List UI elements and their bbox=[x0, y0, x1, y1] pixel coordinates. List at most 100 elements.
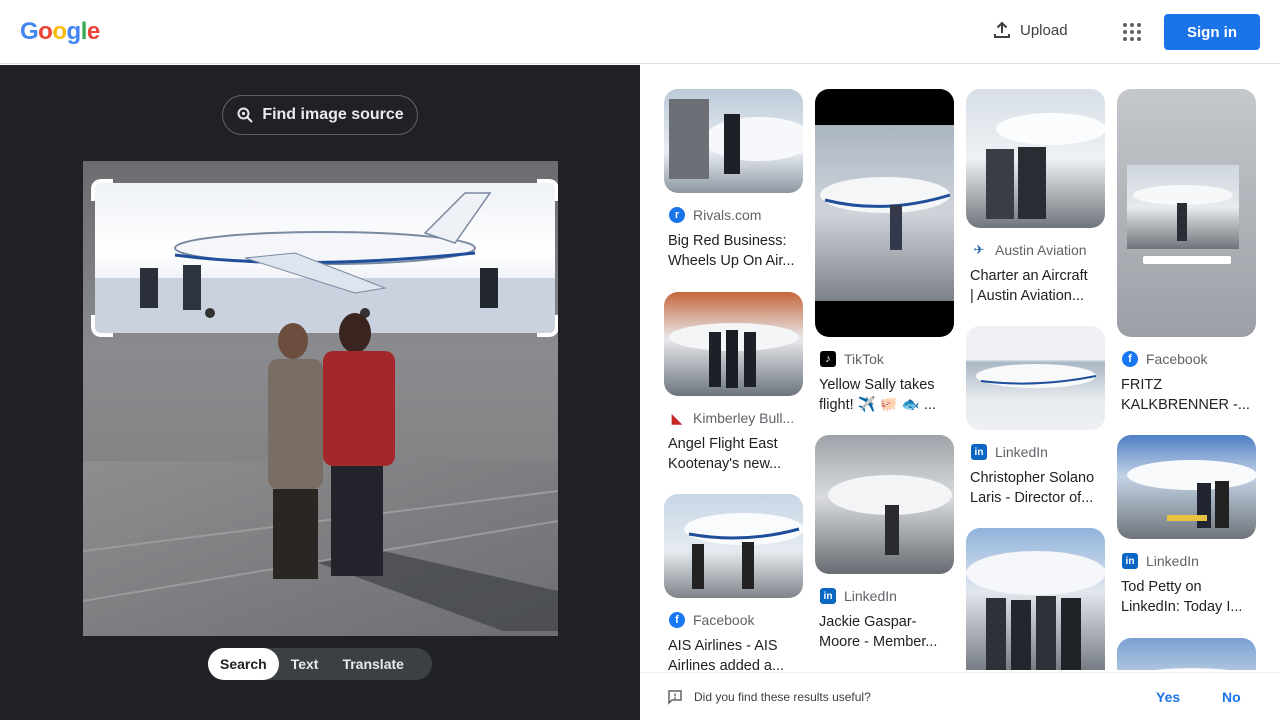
result-thumbnail[interactable] bbox=[966, 528, 1105, 670]
result-source-label: TikTok bbox=[844, 351, 884, 367]
result-thumbnail[interactable] bbox=[664, 89, 803, 193]
result-source[interactable]: in LinkedIn bbox=[966, 444, 1105, 460]
result-source[interactable]: ♪ TikTok bbox=[815, 351, 954, 367]
result-title[interactable]: Jackie Gaspar- Moore - Member... bbox=[815, 612, 954, 652]
tiktok-jet-art bbox=[820, 177, 951, 250]
austin-aviation-icon: ✈ bbox=[973, 242, 985, 257]
result-card[interactable]: f Facebook AIS Airlines - AIS Airlines ad… bbox=[664, 494, 803, 670]
result-thumbnail[interactable] bbox=[1117, 638, 1256, 670]
story-jet-art bbox=[1133, 185, 1233, 241]
crop-handle-bottom-right[interactable] bbox=[537, 315, 558, 337]
result-card[interactable] bbox=[1117, 638, 1256, 670]
facebook-icon: f bbox=[669, 612, 685, 628]
result-source-label: Austin Aviation bbox=[995, 242, 1087, 258]
result-title[interactable]: Tod Petty on LinkedIn: Today I... bbox=[1117, 577, 1256, 617]
result-title[interactable]: Big Red Business: Wheels Up On Air... bbox=[664, 231, 803, 271]
result-source[interactable]: f Facebook bbox=[664, 612, 803, 628]
result-card[interactable]: f Facebook FRITZ KALKBRENNER -... bbox=[1117, 89, 1256, 415]
result-card[interactable] bbox=[966, 528, 1105, 670]
crop-handle-bottom-left[interactable] bbox=[91, 315, 113, 337]
partial-jet-art bbox=[1156, 668, 1228, 670]
result-source-label: LinkedIn bbox=[1146, 553, 1199, 569]
result-source-label: Kimberley Bull... bbox=[693, 410, 795, 426]
result-title[interactable]: Charter an Aircraft | Austin Aviation... bbox=[966, 266, 1105, 306]
sign-in-button[interactable]: Sign in bbox=[1164, 14, 1260, 50]
result-card[interactable]: in LinkedIn Tod Petty on LinkedIn: Today … bbox=[1117, 435, 1256, 617]
result-card[interactable]: ✈ Austin Aviation Charter an Aircraft | A… bbox=[966, 89, 1105, 306]
jet-banner-art bbox=[976, 364, 1097, 388]
google-logo[interactable]: Google bbox=[20, 18, 100, 46]
result-title[interactable]: Angel Flight East Kootenay's new... bbox=[664, 434, 803, 474]
result-title[interactable]: Christopher Solano Laris - Director of..… bbox=[966, 468, 1105, 508]
family-jet-art bbox=[986, 113, 1105, 219]
results-panel: r Rivals.com Big Red Business: Wheels Up … bbox=[640, 65, 1280, 670]
query-image bbox=[83, 161, 558, 636]
result-source[interactable]: in LinkedIn bbox=[1117, 553, 1256, 569]
linkedin-icon: in bbox=[971, 444, 987, 460]
find-image-source-button[interactable]: Find image source bbox=[222, 95, 418, 135]
kimberley-bulletin-favicon-icon: ◣ bbox=[671, 409, 683, 426]
result-card[interactable]: r Rivals.com Big Red Business: Wheels Up … bbox=[664, 89, 803, 271]
linkedin-icon: in bbox=[1122, 553, 1138, 569]
result-thumbnail[interactable] bbox=[815, 435, 954, 574]
woman-jet-art bbox=[828, 475, 952, 555]
logo-letter: e bbox=[86, 18, 100, 45]
result-source[interactable]: f Facebook bbox=[1117, 351, 1256, 367]
logo-letter: o bbox=[52, 18, 67, 45]
feedback-icon bbox=[668, 690, 682, 705]
result-thumbnail[interactable] bbox=[664, 292, 803, 396]
lens-search-icon bbox=[237, 107, 254, 123]
query-panel: Find image source Search Text Translate bbox=[0, 65, 640, 720]
result-source[interactable]: r Rivals.com bbox=[664, 207, 803, 223]
result-thumbnail[interactable] bbox=[815, 89, 954, 337]
result-source[interactable]: ✈ Austin Aviation bbox=[966, 242, 1105, 258]
result-source-label: Rivals.com bbox=[693, 207, 762, 223]
find-image-source-label: Find image source bbox=[262, 106, 404, 123]
feedback-question: Did you find these results useful? bbox=[694, 690, 871, 704]
result-thumbnail[interactable] bbox=[1117, 435, 1256, 539]
linkedin-icon: in bbox=[820, 588, 836, 604]
result-source[interactable]: in LinkedIn bbox=[815, 588, 954, 604]
crew-jet-art bbox=[669, 323, 799, 388]
result-source[interactable]: ◣ Kimberley Bull... bbox=[664, 409, 803, 427]
result-thumbnail[interactable] bbox=[966, 89, 1105, 228]
result-title[interactable]: FRITZ KALKBRENNER -... bbox=[1117, 375, 1256, 415]
google-apps-icon[interactable] bbox=[1123, 23, 1141, 41]
result-source-label: Facebook bbox=[1146, 351, 1208, 367]
result-source-label: Facebook bbox=[693, 612, 755, 628]
mode-search-tab[interactable]: Search bbox=[208, 648, 279, 680]
result-title[interactable]: AIS Airlines - AIS Airlines added a... bbox=[664, 636, 803, 670]
result-card[interactable]: in LinkedIn Jackie Gaspar- Moore - Member… bbox=[815, 435, 954, 652]
upload-label: Upload bbox=[1020, 21, 1068, 39]
logo-letter: G bbox=[20, 18, 39, 45]
facebook-icon: f bbox=[1122, 351, 1138, 367]
result-thumbnail[interactable] bbox=[966, 326, 1105, 430]
people-photo-art bbox=[268, 313, 395, 579]
mode-text-tab[interactable]: Text bbox=[279, 648, 331, 680]
result-thumbnail[interactable] bbox=[1117, 89, 1256, 337]
mode-translate-tab[interactable]: Translate bbox=[330, 648, 415, 680]
group-jet-art bbox=[966, 551, 1105, 670]
feedback-no-button[interactable]: No bbox=[1222, 689, 1241, 705]
upload-button[interactable]: Upload bbox=[992, 20, 1068, 40]
feedback-bar: Did you find these results useful? Yes N… bbox=[640, 672, 1280, 720]
crop-handle-top-right[interactable] bbox=[537, 179, 558, 201]
result-source-label: LinkedIn bbox=[995, 444, 1048, 460]
jet-door-art bbox=[669, 99, 803, 179]
result-card[interactable]: ♪ TikTok Yellow Sally takes flight! ✈️ 🐖 … bbox=[815, 89, 954, 415]
mode-selector: Search Text Translate bbox=[208, 648, 432, 680]
result-thumbnail[interactable] bbox=[664, 494, 803, 598]
rivals-favicon-icon: r bbox=[669, 207, 685, 223]
logo-letter: o bbox=[38, 18, 53, 45]
crop-handle-top-left[interactable] bbox=[91, 179, 113, 201]
upload-icon bbox=[994, 21, 1010, 38]
tiktok-icon: ♪ bbox=[820, 351, 836, 367]
logo-letter: g bbox=[66, 18, 82, 45]
result-title[interactable]: Yellow Sally takes flight! ✈️ 🐖 🐟 ... bbox=[815, 375, 954, 415]
result-card[interactable]: in LinkedIn Christopher Solano Laris - Di… bbox=[966, 326, 1105, 508]
feedback-yes-button[interactable]: Yes bbox=[1156, 689, 1180, 705]
result-card[interactable]: ◣ Kimberley Bull... Angel Flight East Koo… bbox=[664, 292, 803, 474]
header: Google Upload Sign in bbox=[0, 0, 1280, 64]
result-source-label: LinkedIn bbox=[844, 588, 897, 604]
ais-jet-art bbox=[684, 513, 803, 589]
